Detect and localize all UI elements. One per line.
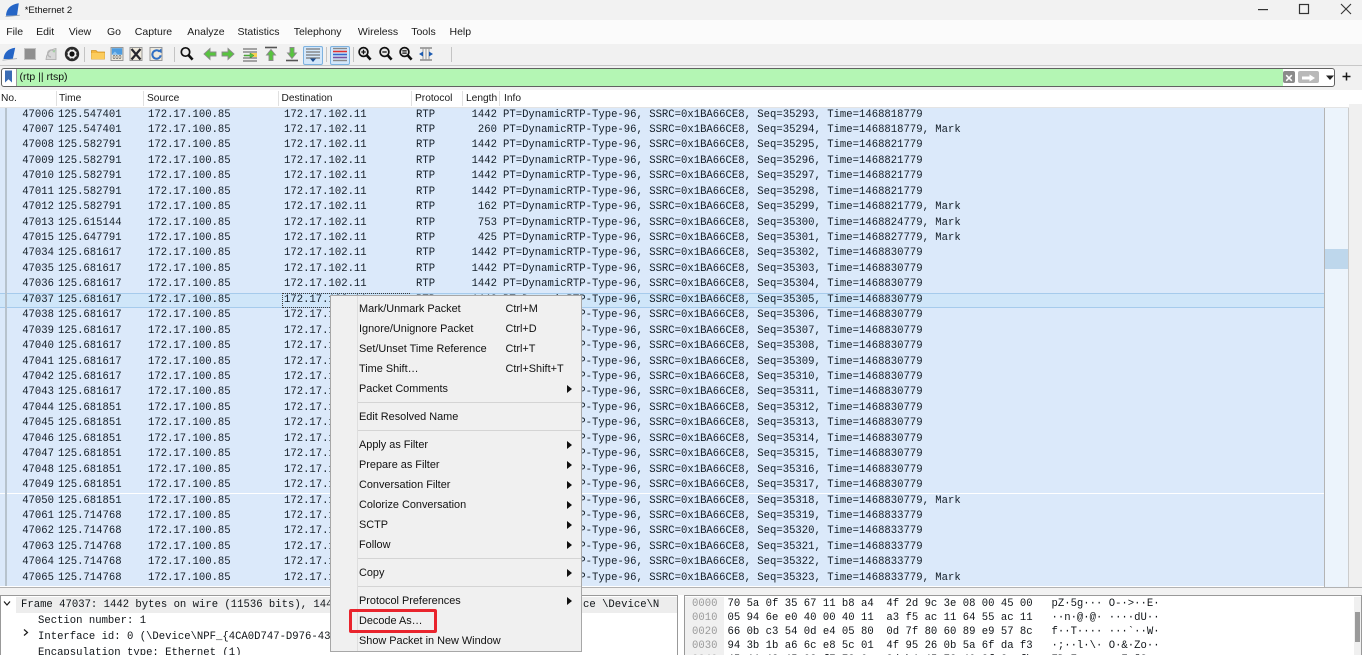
svg-text:010: 010: [113, 55, 122, 61]
